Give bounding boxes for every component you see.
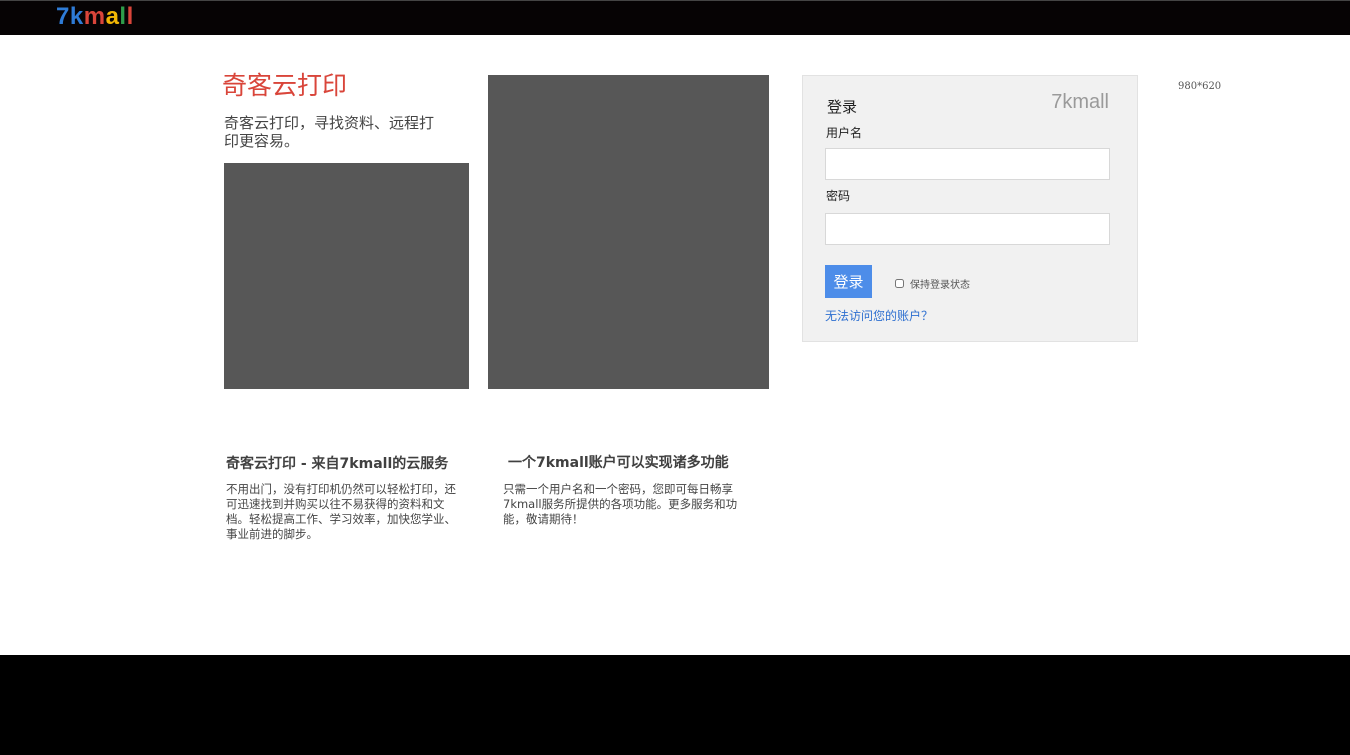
dimension-note: 980*620 [1178,81,1222,92]
logo-letter: k [69,3,84,30]
feature-description: 不用出门，没有打印机仍然可以轻松打印，还可迅速找到并购买以往不易获得的资料和文档… [226,482,456,541]
logo-letter: m [83,3,106,30]
remember-me[interactable]: 保持登录状态 [895,276,970,291]
logo[interactable]: 7kmall [56,3,134,31]
login-panel: 登录 7kmall 用户名 密码 登录 保持登录状态 无法访问您的账户？ [802,75,1138,342]
logo-letter: l [126,3,134,30]
logo-letter: 7 [56,3,70,30]
password-label: 密码 [826,189,851,203]
top-bar: 7kmall [0,0,1350,35]
username-input[interactable] [825,148,1110,180]
feature-title: 奇客云打印 - 来自7kmall的云服务 [226,456,449,472]
page-title: 奇客云打印 [222,71,348,100]
login-heading: 登录 [827,98,858,116]
hero-image-middle [488,75,769,389]
footer-bar [0,655,1350,755]
username-label: 用户名 [826,126,863,140]
remember-me-label[interactable]: 保持登录状态 [910,276,970,291]
password-input[interactable] [825,213,1110,245]
logo-letter: l [119,3,127,30]
hero-image-left [224,163,469,389]
tagline: 奇客云打印，寻找资料、远程打印更容易。 [224,114,435,150]
feature-title: 一个7kmall账户可以实现诸多功能 [508,455,729,471]
account-help-link[interactable]: 无法访问您的账户？ [825,307,933,324]
login-button[interactable]: 登录 [825,265,872,298]
logo-letter: a [105,3,120,30]
login-brand: 7kmall [1051,91,1109,113]
remember-me-checkbox[interactable] [895,279,904,288]
feature-description: 只需一个用户名和一个密码，您即可每日畅享7kmall服务所提供的各项功能。更多服… [503,482,738,526]
